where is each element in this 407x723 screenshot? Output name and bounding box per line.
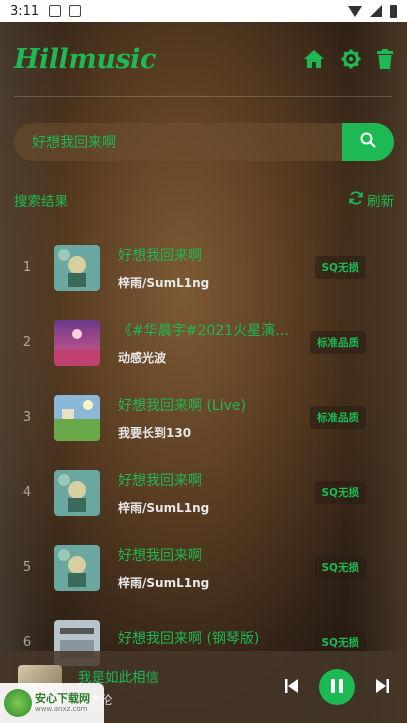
home-icon[interactable] [303,49,325,69]
watermark-text: 安心下载网 [35,691,90,705]
battery-icon [390,4,397,18]
gear-icon[interactable] [341,49,361,69]
search-icon [360,132,376,152]
search-bar [14,123,394,161]
album-cover [54,469,100,516]
song-title: 《#华晨宇#2021火星演… [118,322,290,339]
song-index: 2 [22,335,32,350]
song-row[interactable]: 1 好想我回来啊 梓雨/SumL1ng SQ无损 [0,230,407,305]
status-bar: 3:11 [0,0,407,22]
status-time: 3:11 [10,3,40,19]
song-artist: 梓雨/SumL1ng [118,275,210,290]
song-index: 5 [22,560,32,575]
player-title: 我是如此相信 [78,670,159,686]
album-cover [54,244,100,291]
player-artist: 周杰伦 [78,692,285,708]
next-icon[interactable] [375,678,389,697]
results-title: 搜索结果 [14,194,68,210]
results-header: 搜索结果 刷新 [14,190,394,210]
quality-badge: 标准品质 [310,406,366,429]
song-index: 3 [22,410,32,425]
quality-badge: SQ无损 [314,556,366,579]
song-row[interactable]: 2 《#华晨宇#2021火星演… 动感光波 标准品质 [0,305,407,380]
notification-icon [49,5,62,17]
album-cover [54,394,100,441]
pause-icon [331,678,343,697]
song-row[interactable]: 4 好想我回来啊 梓雨/SumL1ng SQ无损 [0,455,407,530]
quality-badge: SQ无损 [314,256,366,279]
wifi-icon [348,5,362,17]
song-row[interactable]: 5 好想我回来啊 梓雨/SumL1ng SQ无损 [0,530,407,605]
song-row[interactable]: 3 好想我回来啊 (Live) 我要长到130 标准品质 [0,380,407,455]
watermark: 安心下载网 www.anxz.com [0,683,104,723]
trash-icon[interactable] [377,49,393,69]
album-cover [54,319,100,366]
media-icon [69,5,82,17]
song-artist: 我要长到130 [118,425,192,440]
quality-badge: SQ无损 [314,481,366,504]
song-title: 好想我回来啊 [118,247,202,264]
signal-icon [370,5,382,17]
previous-icon[interactable] [285,678,299,697]
refresh-button[interactable]: 刷新 [349,190,394,210]
app-logo: Hillmusic [14,43,156,75]
song-title: 好想我回来啊 [118,547,202,564]
song-title: 好想我回来啊 [118,472,202,489]
pause-button[interactable] [319,669,355,705]
song-artist: 梓雨/SumL1ng [118,575,210,590]
song-title: 好想我回来啊 (Live) [118,397,246,414]
song-title: 好想我回来啊 (钢琴版) [118,631,260,647]
refresh-icon [349,191,363,209]
song-artist: 梓雨/SumL1ng [118,500,210,515]
watermark-url: www.anxz.com [35,705,88,714]
song-index: 6 [22,635,32,650]
refresh-label: 刷新 [367,194,394,210]
watermark-logo-icon [4,689,32,717]
song-artist: 动感光波 [118,350,167,365]
album-cover [54,544,100,591]
search-button[interactable] [342,123,394,161]
song-index: 4 [22,485,32,500]
song-index: 1 [22,260,32,275]
quality-badge: 标准品质 [310,331,366,354]
header-divider [14,96,392,97]
search-input[interactable] [14,134,342,150]
app-header: Hillmusic [0,22,407,96]
